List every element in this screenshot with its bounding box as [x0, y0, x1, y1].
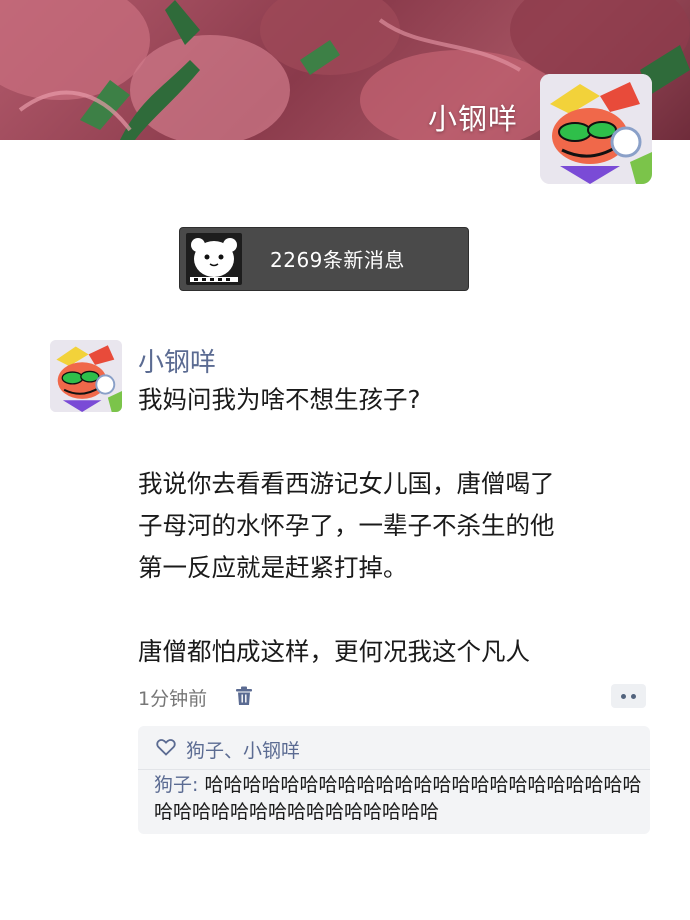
- post-line: 第一反应就是赶紧打掉。: [138, 553, 408, 582]
- profile-name[interactable]: 小钢咩: [428, 96, 518, 138]
- post-time: 1分钟前: [138, 688, 208, 710]
- comment-item[interactable]: 狗子: 哈哈哈哈哈哈哈哈哈哈哈哈哈哈哈哈哈哈哈哈哈哈哈哈哈哈哈哈哈哈哈哈哈哈哈哈…: [154, 772, 642, 826]
- post-line: 我说你去看看西游记女儿国，唐僧喝了: [138, 469, 555, 498]
- post-author-name[interactable]: 小钢咩: [138, 342, 216, 379]
- profile-avatar[interactable]: [540, 74, 652, 184]
- cartoon-avatar-image: [50, 340, 122, 412]
- comment-separator: :: [192, 774, 205, 796]
- heart-icon: [156, 739, 176, 756]
- post-author-avatar[interactable]: [50, 340, 122, 412]
- comment-text: 哈哈哈哈哈哈哈哈哈哈哈哈哈哈哈哈哈哈哈哈哈哈哈哈哈哈哈哈哈哈哈哈哈哈哈哈哈哈: [154, 774, 642, 823]
- more-dots-icon[interactable]: [611, 684, 646, 708]
- trash-icon[interactable]: [235, 686, 253, 706]
- panda-thumbnail: [186, 233, 242, 285]
- new-messages-count: 2269条新消息: [270, 248, 405, 272]
- liked-by-names[interactable]: 狗子、小钢咩: [186, 736, 300, 763]
- post-line: 唐僧都怕成这样，更何况我这个凡人: [138, 637, 530, 666]
- new-messages-notice[interactable]: 2269条新消息: [179, 227, 469, 291]
- post-text: 我妈问我为啥不想生孩子? 我说你去看看西游记女儿国，唐僧喝了 子母河的水怀孕了，…: [138, 379, 668, 673]
- divider: [138, 769, 650, 770]
- post-line: 我妈问我为啥不想生孩子?: [138, 385, 421, 414]
- post-line: 子母河的水怀孕了，一辈子不杀生的他: [138, 511, 555, 540]
- comment-author[interactable]: 狗子: [154, 774, 192, 796]
- interactions-panel: 狗子、小钢咩 狗子: 哈哈哈哈哈哈哈哈哈哈哈哈哈哈哈哈哈哈哈哈哈哈哈哈哈哈哈哈哈…: [138, 726, 650, 834]
- cartoon-avatar-image: [540, 74, 652, 184]
